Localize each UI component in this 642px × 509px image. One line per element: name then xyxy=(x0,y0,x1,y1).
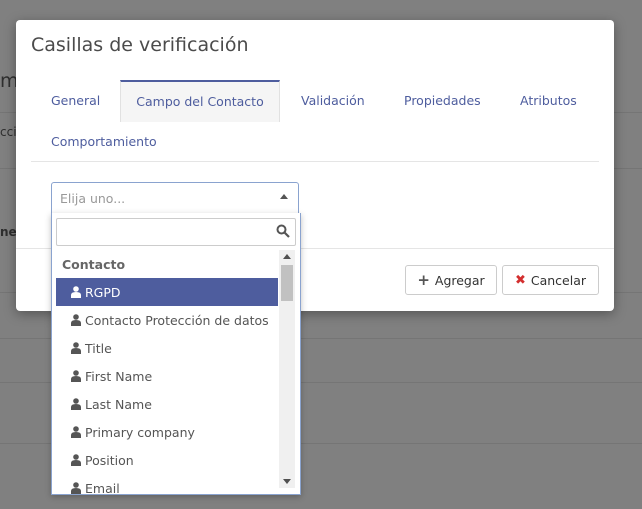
option-label: Contacto Protección de datos xyxy=(85,312,269,328)
user-icon xyxy=(71,286,81,298)
cancel-button-label: Cancelar xyxy=(530,272,587,288)
scroll-up-icon[interactable] xyxy=(283,254,291,259)
caret-up-icon xyxy=(280,194,288,199)
tab-properties[interactable]: Propiedades xyxy=(404,93,481,108)
user-icon xyxy=(71,454,81,466)
dropdown-option[interactable]: Contacto Protección de datos xyxy=(56,306,278,334)
modal-tabs: General Campo del Contacto Validación Pr… xyxy=(31,80,599,162)
option-label: First Name xyxy=(85,368,153,384)
user-icon xyxy=(71,342,81,354)
dropdown-option[interactable]: Title xyxy=(56,334,278,362)
tab-attributes[interactable]: Atributos xyxy=(520,93,577,108)
option-label: RGPD xyxy=(85,284,121,300)
user-icon xyxy=(71,370,81,382)
user-icon xyxy=(71,482,81,494)
option-label: Position xyxy=(85,452,134,468)
modal-title: Casillas de verificación xyxy=(31,34,249,56)
scrollbar-thumb[interactable] xyxy=(281,265,293,301)
dropdown-option[interactable]: Last Name xyxy=(56,390,278,418)
dropdown-option[interactable]: First Name xyxy=(56,362,278,390)
dropdown-group-label: Contacto xyxy=(62,257,126,272)
tab-contact-field[interactable]: Campo del Contacto xyxy=(120,80,280,122)
select-placeholder: Elija uno... xyxy=(60,191,126,206)
plus-icon: + xyxy=(417,271,430,289)
dropdown-option[interactable]: Primary company xyxy=(56,418,278,446)
contact-field-select[interactable]: Elija uno... xyxy=(51,182,299,214)
tab-validation[interactable]: Validación xyxy=(301,93,365,108)
tab-behavior[interactable]: Comportamiento xyxy=(51,134,157,149)
user-icon xyxy=(71,314,81,326)
option-label: Last Name xyxy=(85,396,152,412)
option-label: Email xyxy=(85,480,120,495)
option-label: Primary company xyxy=(85,424,195,440)
add-button-label: Agregar xyxy=(434,272,485,288)
close-icon: ✖ xyxy=(514,272,526,288)
tab-general[interactable]: General xyxy=(51,93,100,108)
dropdown-scrollbar[interactable] xyxy=(279,250,295,488)
user-icon xyxy=(71,398,81,410)
dropdown-option[interactable]: Position xyxy=(56,446,278,474)
dropdown-option[interactable]: Email xyxy=(56,474,278,495)
dropdown-search-input[interactable] xyxy=(56,218,296,246)
dropdown-option[interactable]: RGPD xyxy=(56,278,278,306)
scroll-down-icon[interactable] xyxy=(283,479,291,484)
add-button[interactable]: + Agregar xyxy=(405,265,497,295)
option-label: Title xyxy=(85,340,112,356)
search-icon xyxy=(276,224,290,238)
cancel-button[interactable]: ✖ Cancelar xyxy=(502,265,599,295)
user-icon xyxy=(71,426,81,438)
select-dropdown: Contacto RGPD Contacto Protección de dat… xyxy=(51,213,301,495)
